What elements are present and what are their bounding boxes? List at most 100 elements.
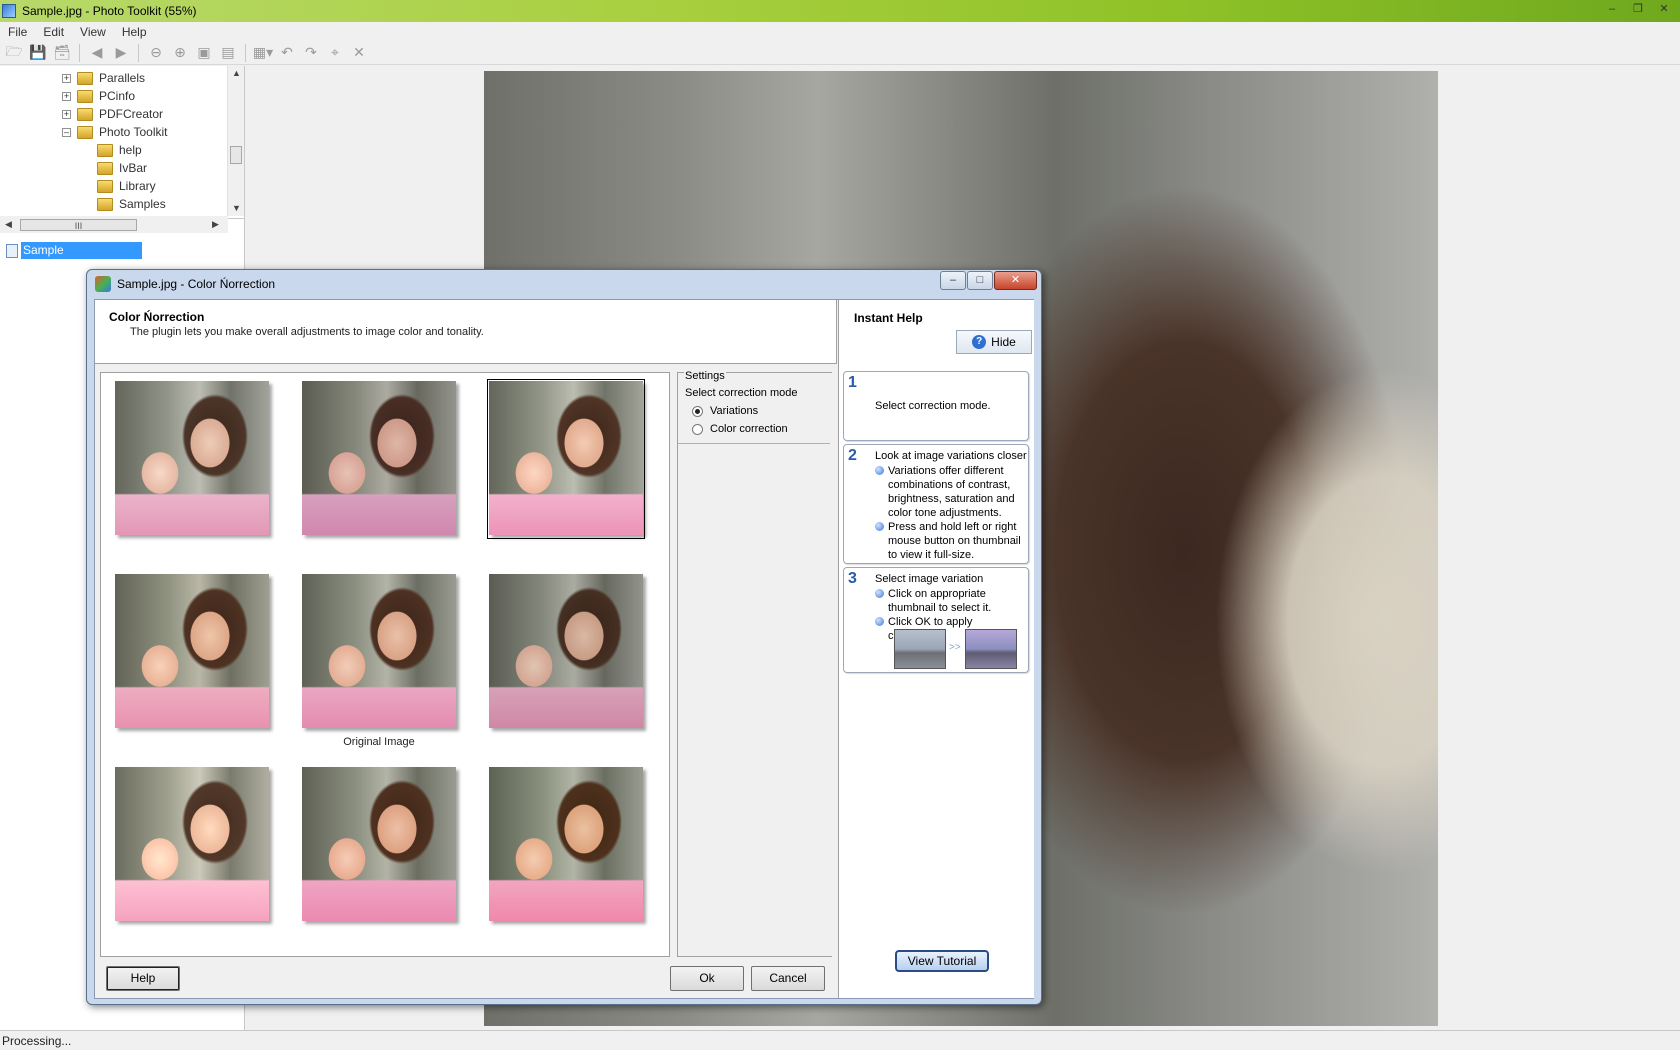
radio-variations[interactable]: Variations — [692, 405, 758, 417]
folder-icon — [97, 161, 113, 175]
variation-thumbnail[interactable] — [300, 765, 458, 925]
bullet-icon — [875, 522, 884, 531]
folder-icon — [77, 125, 93, 139]
variation-thumbnail[interactable] — [113, 572, 271, 732]
scrollbar-thumb[interactable] — [230, 146, 242, 164]
plugin-icon — [95, 276, 111, 292]
variation-thumbnail[interactable] — [300, 379, 458, 539]
tree-vertical-scrollbar[interactable]: ▲ ▼ — [227, 66, 244, 216]
dialog-title-bar[interactable]: Sample.jpg - Color Ńorrection – □ ✕ — [87, 270, 1041, 298]
scroll-left-icon[interactable]: ◀ — [5, 219, 12, 230]
radio-color-correction[interactable]: Color correction — [692, 423, 788, 435]
tree-item[interactable]: Library — [97, 177, 156, 195]
menu-bar: File Edit View Help — [0, 22, 1680, 41]
cancel-button[interactable]: Cancel — [751, 966, 825, 991]
variation-thumbnail[interactable] — [113, 765, 271, 925]
dialog-body: Color Ńorrection The plugin lets you mak… — [94, 299, 1034, 999]
view-tutorial-button[interactable]: View Tutorial — [895, 950, 989, 972]
tree-horizontal-scrollbar[interactable]: ◀ III ▶ — [0, 216, 228, 233]
variation-image — [115, 381, 269, 535]
step-number: 1 — [848, 374, 857, 391]
ok-button[interactable]: Ok — [670, 966, 744, 991]
tree-item[interactable]: + PDFCreator — [62, 105, 163, 123]
rotate-left-icon[interactable]: ↶ — [277, 43, 297, 63]
bullet-text: Variations offer different combinations … — [888, 465, 1015, 519]
expand-icon[interactable]: + — [62, 73, 71, 83]
expand-icon[interactable]: + — [62, 109, 71, 119]
view-mode-icon[interactable]: ▦▾ — [253, 43, 273, 63]
close-button[interactable]: ✕ — [1654, 2, 1674, 18]
menu-edit[interactable]: Edit — [35, 25, 72, 39]
dialog-maximize-button[interactable]: □ — [967, 271, 993, 290]
save-icon[interactable]: 💾 — [28, 43, 48, 63]
plugin-description: The plugin lets you make overall adjustm… — [130, 326, 484, 338]
help-button[interactable]: Help — [106, 966, 180, 991]
menu-view[interactable]: View — [72, 25, 114, 39]
before-example-image — [894, 629, 946, 669]
folder-icon — [77, 107, 93, 121]
tree-item-label: Samples — [119, 197, 166, 211]
scroll-up-icon[interactable]: ▲ — [232, 68, 241, 78]
tree-item[interactable]: IvBar — [97, 159, 147, 177]
save-all-icon[interactable]: 🗃 — [52, 43, 72, 63]
settings-legend: Settings — [684, 370, 726, 382]
tree-item[interactable]: + Parallels — [62, 69, 145, 87]
tree-item-label: Photo Toolkit — [99, 125, 168, 139]
original-image-thumbnail[interactable] — [300, 572, 458, 732]
radio-label: Color correction — [710, 423, 788, 435]
back-icon[interactable]: ◀ — [87, 43, 107, 63]
variation-image — [302, 381, 456, 535]
tree-item[interactable]: + PCinfo — [62, 87, 135, 105]
fit-icon[interactable]: ▣ — [194, 43, 214, 63]
folder-icon — [97, 143, 113, 157]
zoom-out-icon[interactable]: ⊖ — [146, 43, 166, 63]
arrow-text: >> — [949, 642, 961, 653]
window-title: Sample.jpg - Photo Toolkit (55%) — [22, 4, 197, 18]
step-heading: Select image variation — [875, 573, 984, 585]
actual-size-icon[interactable]: ▤ — [218, 43, 238, 63]
dialog-header: Color Ńorrection The plugin lets you mak… — [95, 300, 837, 364]
forward-icon[interactable]: ▶ — [111, 43, 131, 63]
delete-icon[interactable]: ✕ — [349, 43, 369, 63]
menu-file[interactable]: File — [0, 25, 35, 39]
scroll-down-icon[interactable]: ▼ — [232, 203, 241, 213]
rotate-right-icon[interactable]: ↷ — [301, 43, 321, 63]
dialog-title: Sample.jpg - Color Ńorrection — [117, 277, 276, 291]
variation-thumbnail[interactable] — [487, 765, 645, 925]
zoom-in-icon[interactable]: ⊕ — [170, 43, 190, 63]
album-item-label: Sample — [21, 242, 142, 259]
expand-icon[interactable]: + — [62, 91, 71, 101]
instant-help-panel: Instant Help ? Hide 1 Select correction … — [838, 300, 1034, 998]
radio-selected-icon[interactable] — [692, 405, 703, 417]
variation-image — [302, 574, 456, 728]
tree-item[interactable]: Samples — [97, 195, 166, 213]
tree-item[interactable]: – Photo Toolkit — [62, 123, 168, 141]
minimize-button[interactable]: – — [1602, 2, 1622, 18]
bullet-icon — [875, 466, 884, 475]
crop-icon[interactable]: ⌖ — [325, 43, 345, 63]
step-number: 2 — [848, 447, 857, 464]
variation-thumbnail[interactable] — [487, 572, 645, 732]
variation-thumbnail[interactable] — [113, 379, 271, 539]
dialog-minimize-button[interactable]: – — [940, 271, 966, 290]
bullet-text: Click on appropriate thumbnail to select… — [888, 588, 992, 614]
open-icon[interactable]: 🗁 — [4, 43, 24, 63]
album-item-sample[interactable]: Sample — [6, 242, 142, 259]
hide-help-button[interactable]: ? Hide — [956, 330, 1032, 354]
restore-button[interactable]: ❐ — [1628, 2, 1648, 18]
collapse-icon[interactable]: – — [62, 127, 71, 137]
variation-thumbnail-selected[interactable] — [487, 379, 645, 539]
tree-item[interactable]: help — [97, 141, 142, 159]
radio-icon[interactable] — [692, 423, 703, 435]
tree-item-label: PCinfo — [99, 89, 136, 103]
mouse-icon — [875, 589, 884, 598]
tree-item-label: help — [119, 143, 142, 157]
tree-item-label: PDFCreator — [99, 107, 164, 121]
menu-help[interactable]: Help — [114, 25, 155, 39]
help-step-2: 2 Look at image variations closer Variat… — [843, 444, 1029, 564]
scrollbar-thumb[interactable]: III — [20, 219, 137, 231]
tree-item-label: Library — [119, 179, 156, 193]
dialog-close-button[interactable]: ✕ — [994, 271, 1037, 290]
scroll-right-icon[interactable]: ▶ — [212, 219, 219, 230]
settings-divider — [678, 443, 830, 444]
